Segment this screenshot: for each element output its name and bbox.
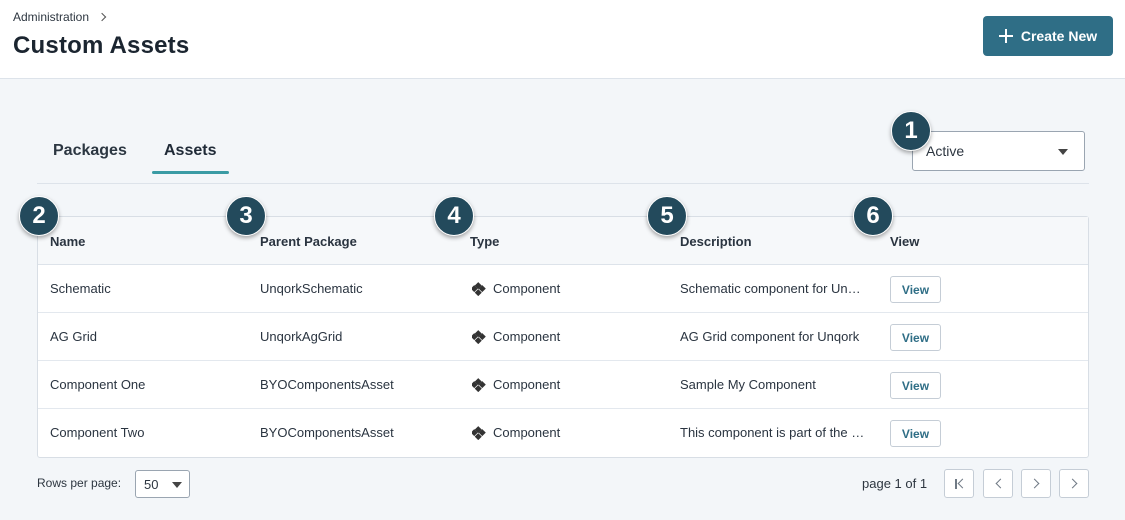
cell-type-label: Component	[493, 425, 561, 440]
cell-parent-package: BYOComponentsAsset	[260, 377, 394, 392]
cell-name: Component Two	[50, 425, 145, 440]
callout-badge: 1	[891, 111, 931, 151]
create-new-label: Create New	[1020, 28, 1098, 44]
component-diamonds-icon	[472, 377, 485, 392]
component-diamonds-icon	[472, 425, 485, 440]
last-page-button[interactable]	[1059, 469, 1089, 498]
chevron-left-icon	[995, 478, 1006, 489]
table-header: Name Parent Package Type Description Vie…	[38, 217, 1088, 265]
chevron-right-icon	[1067, 478, 1078, 489]
status-filter-select[interactable]: Active	[912, 131, 1085, 171]
cell-description: This component is part of the package	[680, 425, 866, 440]
assets-table: Name Parent Package Type Description Vie…	[37, 216, 1089, 458]
table-row: Component One BYOComponentsAsset Compone…	[38, 361, 1088, 409]
page-info: page 1 of 1	[862, 476, 928, 491]
column-header-description[interactable]: Description	[680, 234, 752, 249]
view-button[interactable]: View	[890, 420, 941, 447]
tab-assets[interactable]: Assets	[164, 142, 216, 160]
callout-badge: 5	[647, 196, 687, 236]
breadcrumb: Administration	[13, 10, 107, 24]
column-header-type[interactable]: Type	[470, 234, 499, 249]
create-new-button[interactable]: Create New	[983, 16, 1113, 56]
callout-badge: 4	[434, 196, 474, 236]
cell-name: Schematic	[50, 281, 111, 296]
cell-type: Component	[472, 425, 672, 440]
component-diamonds-icon	[472, 281, 485, 296]
cell-parent-package: UnqorkAgGrid	[260, 329, 343, 344]
component-diamonds-icon	[472, 329, 485, 344]
table-row: Schematic UnqorkSchematic Component Sche…	[38, 265, 1088, 313]
column-header-name[interactable]: Name	[50, 234, 85, 249]
column-header-parent-package[interactable]: Parent Package	[260, 234, 357, 249]
rows-per-page-value: 50	[144, 476, 159, 492]
caret-down-icon	[172, 482, 182, 488]
rows-per-page-select[interactable]: 50	[135, 470, 190, 498]
cell-parent-package: UnqorkSchematic	[260, 281, 363, 296]
first-page-icon	[955, 479, 957, 489]
active-tab-indicator	[152, 171, 229, 174]
caret-down-icon	[1058, 149, 1068, 155]
callout-badge: 2	[19, 196, 59, 236]
chevron-right-icon	[1029, 478, 1040, 489]
view-button[interactable]: View	[890, 276, 941, 303]
rows-per-page-label: Rows per page:	[37, 476, 122, 490]
page-header: Administration Custom Assets Create New	[0, 0, 1125, 79]
view-button[interactable]: View	[890, 372, 941, 399]
view-button[interactable]: View	[890, 324, 941, 351]
table-row: AG Grid UnqorkAgGrid Component AG Grid c…	[38, 313, 1088, 361]
breadcrumb-administration[interactable]: Administration	[13, 10, 89, 24]
cell-type: Component	[472, 377, 672, 392]
previous-page-button[interactable]	[983, 469, 1013, 498]
first-page-button[interactable]	[944, 469, 974, 498]
cell-name: Component One	[50, 377, 146, 392]
chevron-right-icon	[97, 12, 107, 22]
tab-packages[interactable]: Packages	[53, 142, 127, 160]
plus-icon	[998, 29, 1013, 43]
cell-type: Component	[472, 281, 672, 296]
column-header-view: View	[890, 234, 920, 249]
table-row: Component Two BYOComponentsAsset Compone…	[38, 409, 1088, 457]
cell-description: Sample My Component	[680, 377, 816, 392]
cell-description: Schematic component for Unqork	[680, 281, 866, 296]
cell-type: Component	[472, 329, 672, 344]
cell-type-label: Component	[493, 329, 561, 344]
callout-badge: 3	[226, 196, 266, 236]
next-page-button[interactable]	[1021, 469, 1051, 498]
page-title: Custom Assets	[13, 32, 190, 59]
cell-parent-package: BYOComponentsAsset	[260, 425, 394, 440]
callout-badge: 6	[853, 196, 893, 236]
status-filter-value: Active	[926, 143, 965, 159]
cell-name: AG Grid	[50, 329, 97, 344]
cell-type-label: Component	[493, 281, 561, 296]
cell-description: AG Grid component for Unqork	[680, 329, 860, 344]
cell-type-label: Component	[493, 377, 561, 392]
